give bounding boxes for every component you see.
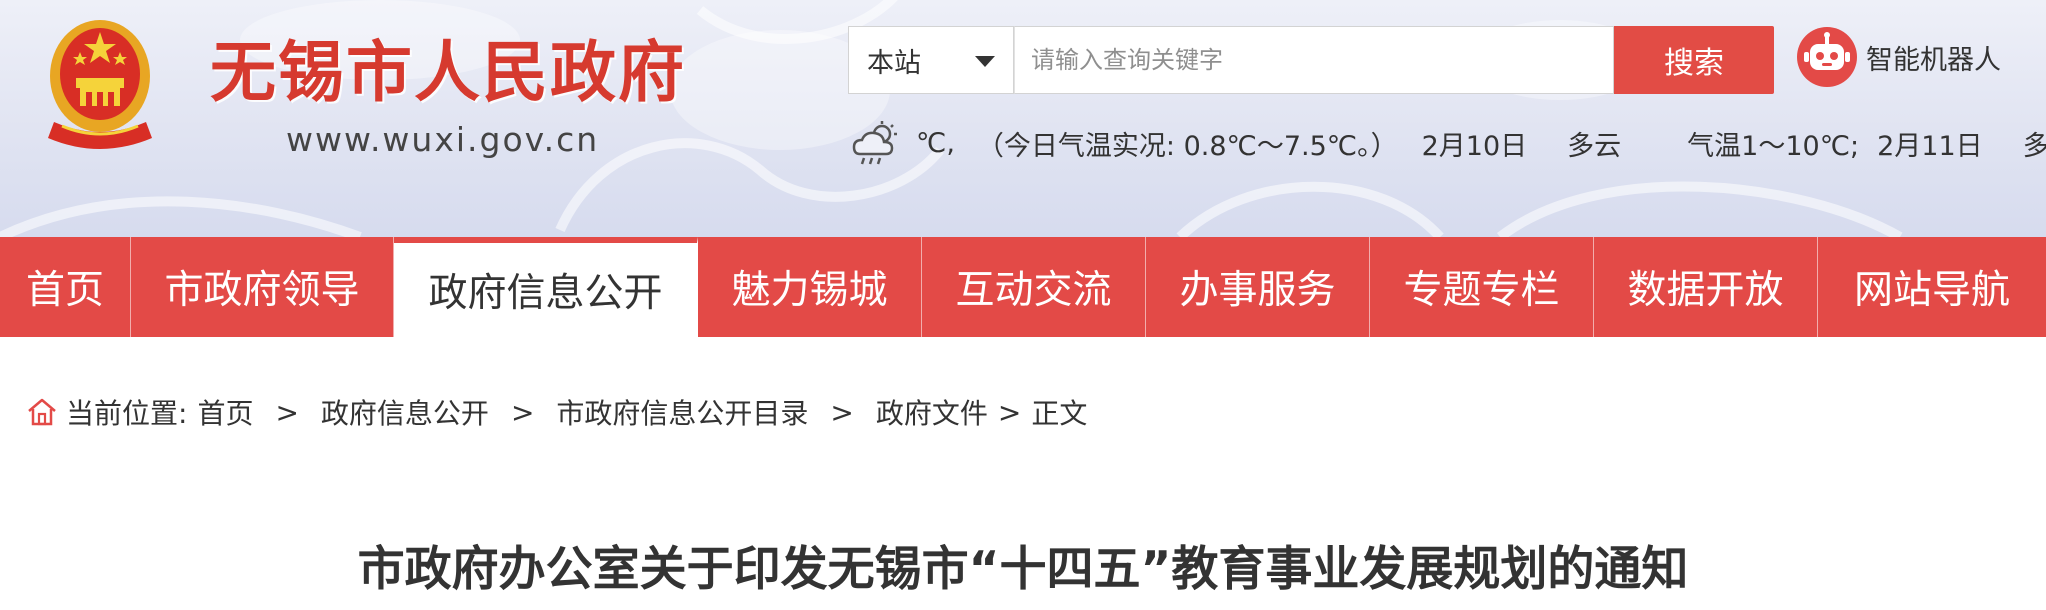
breadcrumb-prefix: 当前位置: — [66, 397, 188, 430]
article-title: 市政府办公室关于印发无锡市“十四五”教育事业发展规划的通知 — [357, 542, 1689, 597]
search-input[interactable] — [1014, 26, 1614, 94]
site-header: 无锡市人民政府 www.wuxi.gov.cn 本站 搜索 智能机器人 — [0, 0, 2046, 237]
nav-item-leaders[interactable]: 市政府领导 — [131, 237, 394, 337]
nav-item-home[interactable]: 首页 — [0, 237, 131, 337]
home-icon — [28, 398, 56, 426]
weather-day2-desc: 多 — [2022, 130, 2046, 162]
nav-item-site-map[interactable]: 网站导航 — [1818, 237, 2046, 337]
nav-item-special-topics[interactable]: 专题专栏 — [1370, 237, 1594, 337]
weather-day1-temp: 气温1～10℃; — [1687, 130, 1860, 162]
chevron-down-icon — [975, 56, 995, 67]
breadcrumb-separator: > — [830, 395, 854, 429]
breadcrumb-separator: > — [997, 395, 1022, 429]
nav-item-info-disclosure[interactable]: 政府信息公开 — [394, 237, 698, 337]
smart-robot-link[interactable]: 智能机器人 — [1796, 26, 2001, 88]
search-button[interactable]: 搜索 — [1614, 26, 1774, 94]
breadcrumb-separator: > — [275, 395, 299, 429]
site-name: 无锡市人民政府 — [210, 34, 686, 111]
robot-icon — [1797, 27, 1857, 87]
nav-item-open-data[interactable]: 数据开放 — [1594, 237, 1818, 337]
cloudy-weather-icon — [852, 121, 897, 165]
search-scope-select[interactable]: 本站 — [848, 26, 1014, 94]
search-scope-label: 本站 — [867, 47, 921, 79]
weather-unit: ℃, — [916, 127, 955, 159]
nav-item-interaction[interactable]: 互动交流 — [922, 237, 1146, 337]
breadcrumb-item-home[interactable]: 首页 — [197, 392, 253, 432]
nav-item-services[interactable]: 办事服务 — [1146, 237, 1370, 337]
weather-bar: ℃, （今日气温实况: 0.8℃～7.5℃。） 2月10日 多云 气温1～10℃… — [850, 118, 2046, 168]
breadcrumb: 当前位置: 首页 > 政府信息公开 > 市政府信息公开目录 > 政府文件 > 正… — [26, 388, 1087, 436]
nav-item-charm-city[interactable]: 魅力锡城 — [698, 237, 922, 337]
breadcrumb-item-info-disclosure[interactable]: 政府信息公开 — [321, 392, 489, 432]
weather-day1-desc: 多云 — [1567, 130, 1622, 162]
main-nav: 首页 市政府领导 政府信息公开 魅力锡城 互动交流 办事服务 专题专栏 数据开放… — [0, 237, 2046, 337]
breadcrumb-item-catalog[interactable]: 市政府信息公开目录 — [556, 392, 808, 432]
breadcrumb-item-gov-documents[interactable]: 政府文件 — [876, 392, 988, 432]
robot-label: 智能机器人 — [1866, 44, 2001, 76]
weather-day1-date: 2月10日 — [1421, 130, 1528, 162]
breadcrumb-item-current: 正文 — [1031, 397, 1088, 430]
national-emblem-icon — [48, 20, 152, 149]
site-url: www.wuxi.gov.cn — [286, 120, 600, 159]
breadcrumb-separator: > — [510, 395, 535, 429]
weather-day2-date: 2月11日 — [1877, 130, 1983, 162]
weather-today: （今日气温实况: 0.8℃～7.5℃。） — [976, 130, 1398, 162]
